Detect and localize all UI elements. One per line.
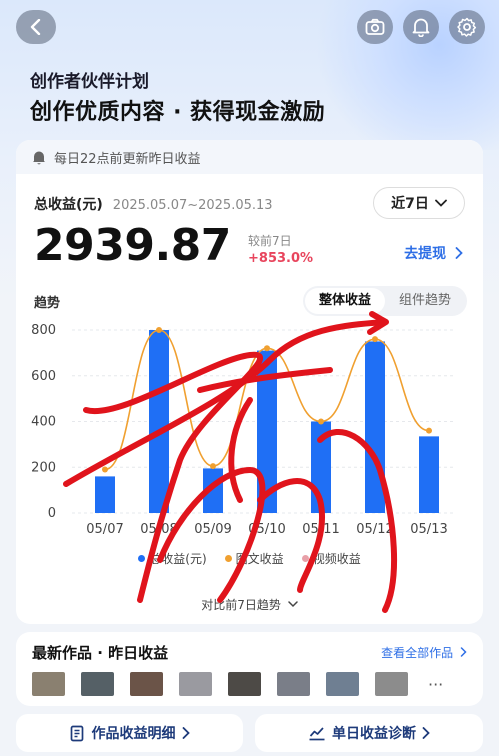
summary-header: 总收益(元) 2025.05.07~2025.05.13 bbox=[34, 194, 273, 214]
compare-previous-label: 对比前7日趋势 bbox=[201, 598, 281, 612]
bar bbox=[203, 468, 223, 513]
line-point bbox=[156, 327, 162, 333]
back-arrow-icon bbox=[30, 19, 41, 35]
bar bbox=[149, 330, 169, 513]
view-all-label: 查看全部作品 bbox=[381, 646, 454, 660]
tab-overall-earnings[interactable]: 整体收益 bbox=[304, 288, 385, 314]
camera-icon bbox=[365, 18, 385, 35]
program-subtitle: 创作者伙伴计划 bbox=[30, 72, 149, 92]
comparison: 较前7日 +853.0% bbox=[248, 232, 313, 268]
latest-works-title: 最新作品 · 昨日收益 bbox=[32, 644, 169, 662]
trend-tabs: 整体收益 组件趋势 bbox=[302, 286, 467, 316]
compare-previous-link[interactable]: 对比前7日趋势 bbox=[16, 596, 483, 613]
work-thumbnail[interactable] bbox=[228, 672, 261, 696]
work-thumbnail[interactable] bbox=[277, 672, 310, 696]
range-selector[interactable]: 近7日 bbox=[373, 187, 465, 219]
line-point bbox=[318, 418, 324, 425]
work-thumbnail[interactable] bbox=[81, 672, 114, 696]
notice-text: 每日22点前更新昨日收益 bbox=[54, 151, 201, 167]
legend-item-total: 总收益(元) bbox=[138, 550, 207, 567]
bar bbox=[365, 341, 385, 513]
daily-diagnosis-label: 单日收益诊断 bbox=[332, 726, 416, 742]
chevron-down-icon bbox=[434, 199, 447, 207]
legend-item-video: 视频收益 bbox=[301, 550, 361, 567]
x-tick-label: 05/12 bbox=[356, 522, 393, 537]
bar bbox=[419, 436, 439, 513]
chevron-right-icon bbox=[182, 727, 190, 739]
bar bbox=[311, 421, 331, 513]
y-tick-label: 0 bbox=[48, 506, 56, 521]
daily-diagnosis-button[interactable]: 单日收益诊断 bbox=[255, 714, 483, 752]
work-thumbnail[interactable] bbox=[179, 672, 212, 696]
legend-label: 总收益(元) bbox=[149, 552, 207, 566]
tab-component-trend[interactable]: 组件趋势 bbox=[385, 288, 465, 314]
trend-label: 趋势 bbox=[34, 296, 61, 311]
legend-label: 视频收益 bbox=[312, 552, 361, 566]
line-point bbox=[264, 345, 270, 352]
line-point bbox=[210, 463, 216, 470]
y-tick-label: 800 bbox=[31, 323, 56, 338]
x-tick-label: 05/10 bbox=[248, 522, 285, 537]
gear-icon bbox=[457, 17, 477, 37]
x-tick-label: 05/07 bbox=[86, 522, 123, 537]
legend-item-article: 图文收益 bbox=[224, 550, 284, 567]
more-icon[interactable]: ··· bbox=[428, 675, 443, 694]
document-icon bbox=[70, 725, 83, 741]
x-tick-label: 05/11 bbox=[302, 522, 339, 537]
total-earnings-label: 总收益(元) bbox=[34, 197, 103, 213]
program-title: 创作优质内容 · 获得现金激励 bbox=[30, 100, 326, 125]
notification-button[interactable] bbox=[403, 10, 439, 44]
update-notice: 每日22点前更新昨日收益 bbox=[16, 140, 483, 174]
x-tick-label: 05/13 bbox=[410, 522, 447, 537]
withdraw-link[interactable]: 去提现 bbox=[404, 243, 463, 263]
line-point bbox=[102, 466, 108, 473]
range-selector-label: 近7日 bbox=[391, 196, 429, 212]
top-actions bbox=[357, 10, 485, 44]
legend-dot bbox=[301, 555, 309, 562]
chart-legend: 总收益(元) 图文收益 视频收益 bbox=[16, 550, 483, 567]
work-thumbnail[interactable] bbox=[375, 672, 408, 696]
earnings-detail-button[interactable]: 作品收益明细 bbox=[16, 714, 243, 752]
bell-icon bbox=[33, 151, 45, 164]
x-tick-label: 05/09 bbox=[194, 522, 231, 537]
line-point bbox=[372, 336, 378, 343]
legend-dot bbox=[138, 555, 146, 562]
y-tick-label: 600 bbox=[31, 369, 56, 384]
y-tick-label: 200 bbox=[31, 460, 56, 475]
camera-button[interactable] bbox=[357, 10, 393, 44]
withdraw-label: 去提现 bbox=[404, 246, 447, 262]
work-thumbnails: ··· bbox=[32, 672, 443, 696]
date-range: 2025.05.07~2025.05.13 bbox=[112, 198, 273, 213]
earnings-chart: 0 200 400 600 800 05/07 05/08 05/09 05/10 05/11 05… bbox=[31, 323, 456, 537]
line-point bbox=[426, 427, 432, 434]
work-thumbnail[interactable] bbox=[130, 672, 163, 696]
bar bbox=[95, 476, 115, 513]
settings-button[interactable] bbox=[449, 10, 485, 44]
chevron-down-icon bbox=[287, 601, 298, 608]
work-thumbnail[interactable] bbox=[326, 672, 359, 696]
view-all-works-link[interactable]: 查看全部作品 bbox=[381, 644, 467, 661]
legend-label: 图文收益 bbox=[235, 552, 284, 566]
comparison-label: 较前7日 bbox=[248, 234, 292, 248]
bar bbox=[257, 350, 277, 513]
work-thumbnail[interactable] bbox=[32, 672, 65, 696]
x-tick-label: 05/08 bbox=[140, 522, 177, 537]
earnings-card: 每日22点前更新昨日收益 总收益(元) 2025.05.07~2025.05.1… bbox=[16, 140, 483, 624]
back-button[interactable] bbox=[16, 10, 56, 44]
legend-dot bbox=[224, 555, 232, 562]
y-tick-label: 400 bbox=[31, 415, 56, 430]
chevron-right-icon bbox=[460, 647, 467, 657]
chart-icon bbox=[309, 727, 325, 741]
chevron-right-icon bbox=[455, 247, 463, 259]
bell-icon bbox=[412, 18, 430, 37]
chevron-right-icon bbox=[422, 727, 430, 739]
latest-works-card: 最新作品 · 昨日收益 查看全部作品 ··· bbox=[16, 632, 483, 706]
comparison-value: +853.0% bbox=[248, 251, 314, 266]
earnings-detail-label: 作品收益明细 bbox=[91, 726, 176, 742]
total-earnings-value: 2939.87 bbox=[34, 220, 231, 271]
